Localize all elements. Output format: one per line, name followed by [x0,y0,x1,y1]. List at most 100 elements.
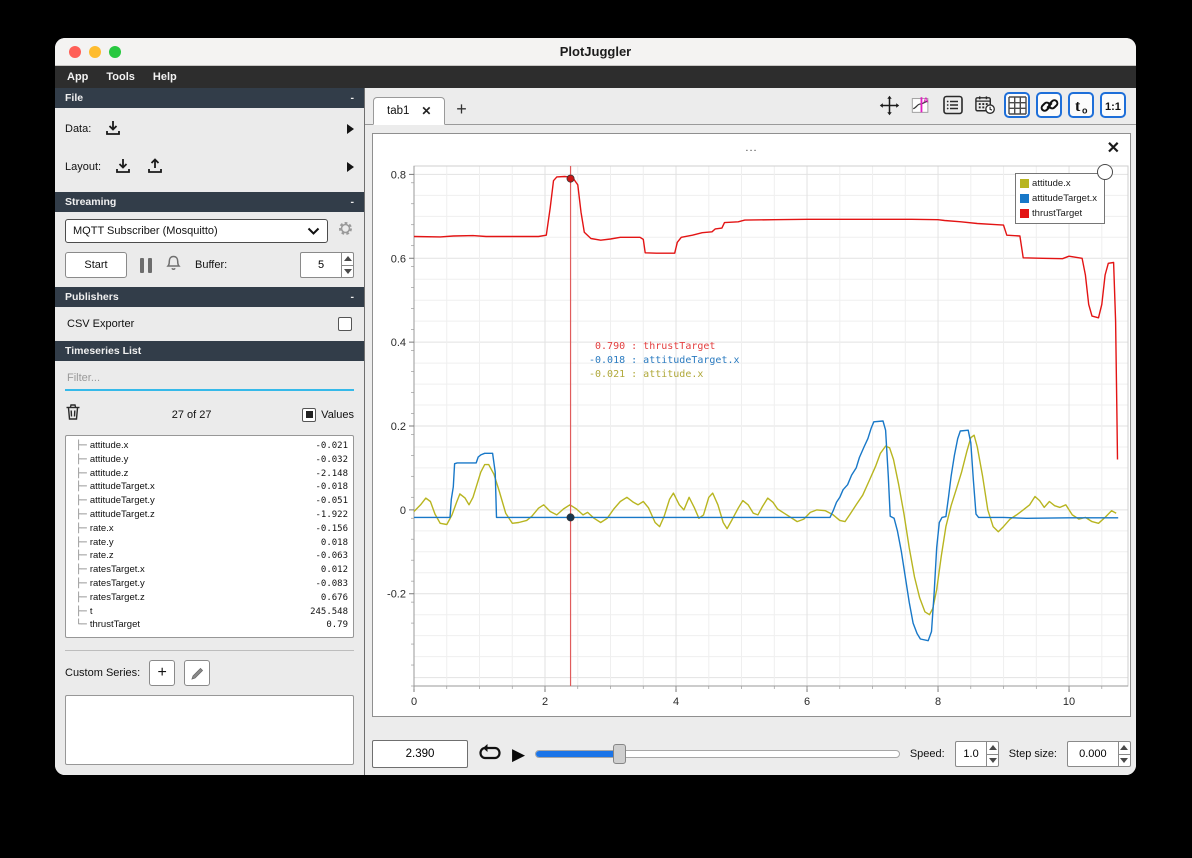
timeseries-row[interactable]: ├─ ratesTarget.x 0.012 [76,564,348,578]
timeseries-name[interactable]: ratesTarget.y [90,578,145,589]
collapse-icon[interactable]: - [351,196,355,208]
plot-area[interactable]: 0.8 0.6 0.4 0.2 0 -0.2 0 2 4 6 8 10 ... ✕ attitude.… [372,133,1131,717]
tab-close-icon[interactable]: ✕ [421,104,431,118]
timeseries-list[interactable]: ├─ attitude.x -0.021 ├─ attitude.y -0.032 ├─ at… [65,435,354,639]
legend-item[interactable]: attitudeTarget.x [1020,193,1097,204]
load-layout-icon[interactable] [113,156,133,179]
values-checkbox[interactable] [302,407,317,422]
legend-handle[interactable] [1097,164,1113,180]
section-header-file[interactable]: File - [55,88,364,108]
current-time-box[interactable] [372,740,468,768]
trash-icon[interactable] [65,403,81,426]
step-size-input[interactable] [1068,742,1118,766]
pause-icon[interactable] [140,257,152,273]
collapse-icon[interactable]: - [351,92,355,104]
timeseries-row[interactable]: ├─ attitudeTarget.y -0.051 [76,495,348,509]
buffer-increment-button[interactable] [342,253,353,266]
streaming-settings-gear-icon[interactable] [337,220,354,242]
legend-item[interactable]: thrustTarget [1020,208,1097,219]
timeseries-row[interactable]: ├─ rate.x -0.156 [76,523,348,537]
timeseries-row[interactable]: ├─ rate.z -0.063 [76,550,348,564]
timeseries-section-title: Timeseries List [65,345,142,357]
notifications-bell-icon[interactable] [165,254,182,277]
ratio-1-1-button[interactable]: 1:1 [1100,92,1126,118]
tree-branch-icon: ├─ [76,537,87,548]
speed-input[interactable] [955,742,987,766]
step-increment-button[interactable] [1118,742,1130,755]
timeseries-row[interactable]: ├─ ratesTarget.z 0.676 [76,592,348,606]
tree-branch-icon: ├─ [76,592,87,603]
buffer-decrement-button[interactable] [342,266,353,278]
timeseries-name[interactable]: attitudeTarget.x [90,481,155,492]
add-custom-series-button[interactable]: + [149,660,176,687]
pan-zoom-button[interactable] [876,92,902,118]
speed-increment-button[interactable] [987,742,998,755]
timeseries-name[interactable]: rate.y [90,537,114,548]
menu-item-help[interactable]: Help [153,71,177,83]
menu-item-tools[interactable]: Tools [106,71,135,83]
timeseries-row[interactable]: ├─ rate.y 0.018 [76,537,348,551]
edit-custom-series-button[interactable] [184,660,211,687]
current-time-input[interactable] [373,741,467,767]
start-streaming-button[interactable]: Start [65,252,127,278]
loop-button[interactable] [478,743,502,765]
play-button[interactable]: ▶ [512,746,525,763]
menu-item-app[interactable]: App [67,71,88,83]
toggle-grid-button[interactable] [1004,92,1030,118]
buffer-spinbox[interactable] [300,252,354,278]
timeseries-row[interactable]: └─ thrustTarget 0.79 [76,619,348,633]
step-size-spinbox[interactable] [1067,741,1131,767]
timeseries-row[interactable]: ├─ attitudeTarget.z -1.922 [76,509,348,523]
timeseries-name[interactable]: attitude.x [90,440,129,451]
edit-plot-button[interactable]: A [908,92,934,118]
timeseries-name[interactable]: thrustTarget [90,619,140,630]
legend-item[interactable]: attitude.x [1020,178,1097,189]
link-axes-button[interactable] [1036,92,1062,118]
timeseries-name[interactable]: t [90,606,93,617]
timeseries-name[interactable]: rate.z [90,550,114,561]
timeseries-row[interactable]: ├─ ratesTarget.y -0.083 [76,578,348,592]
timeseries-name[interactable]: attitudeTarget.y [90,495,155,506]
plot-legend[interactable]: attitude.x attitudeTarget.x thrustTarget [1015,164,1113,224]
timeseries-name[interactable]: attitude.z [90,468,129,479]
time-offset-button[interactable]: t o [1068,92,1094,118]
timeseries-row[interactable]: ├─ t 245.548 [76,606,348,620]
timeseries-value: 0.79 [326,620,348,631]
sidebar: File - Data: Layout: Streaming - MQTT Su… [55,88,365,775]
streaming-source-select[interactable]: MQTT Subscriber (Mosquitto) [65,219,328,243]
close-window-button[interactable] [69,46,81,58]
datetime-button[interactable] [972,92,998,118]
save-layout-icon[interactable] [145,156,165,179]
timeseries-row[interactable]: ├─ attitude.y -0.032 [76,454,348,468]
maximize-window-button[interactable] [109,46,121,58]
csv-exporter-checkbox[interactable] [338,317,352,331]
filter-input[interactable] [65,370,354,391]
time-slider[interactable] [535,744,900,764]
speed-decrement-button[interactable] [987,755,997,767]
data-menu-arrow-icon[interactable] [347,124,354,134]
speed-spinbox[interactable] [954,741,999,767]
minimize-window-button[interactable] [89,46,101,58]
custom-series-list[interactable] [65,695,354,766]
timeseries-name[interactable]: attitude.y [90,454,129,465]
curve-list-button[interactable] [940,92,966,118]
buffer-input[interactable] [301,253,342,277]
timeseries-name[interactable]: ratesTarget.x [90,564,145,575]
timeseries-name[interactable]: attitudeTarget.z [90,509,155,520]
tab-tab1[interactable]: tab1 ✕ [373,97,446,125]
section-header-streaming[interactable]: Streaming - [55,192,364,212]
timeseries-row[interactable]: ├─ attitude.z -2.148 [76,468,348,482]
step-decrement-button[interactable] [1119,755,1130,767]
plot-close-icon[interactable]: ✕ [1107,138,1120,158]
timeseries-row[interactable]: ├─ attitude.x -0.021 [76,440,348,454]
section-header-publishers[interactable]: Publishers - [55,287,364,307]
slider-handle[interactable] [612,744,626,764]
timeseries-name[interactable]: ratesTarget.z [90,592,145,603]
timeseries-name[interactable]: rate.x [90,523,114,534]
layout-menu-arrow-icon[interactable] [347,162,354,172]
timeseries-row[interactable]: ├─ attitudeTarget.x -0.018 [76,481,348,495]
collapse-icon[interactable]: - [351,291,355,303]
section-header-timeseries[interactable]: Timeseries List [55,341,364,361]
load-data-icon[interactable] [103,118,123,141]
add-tab-button[interactable]: + [445,94,477,124]
